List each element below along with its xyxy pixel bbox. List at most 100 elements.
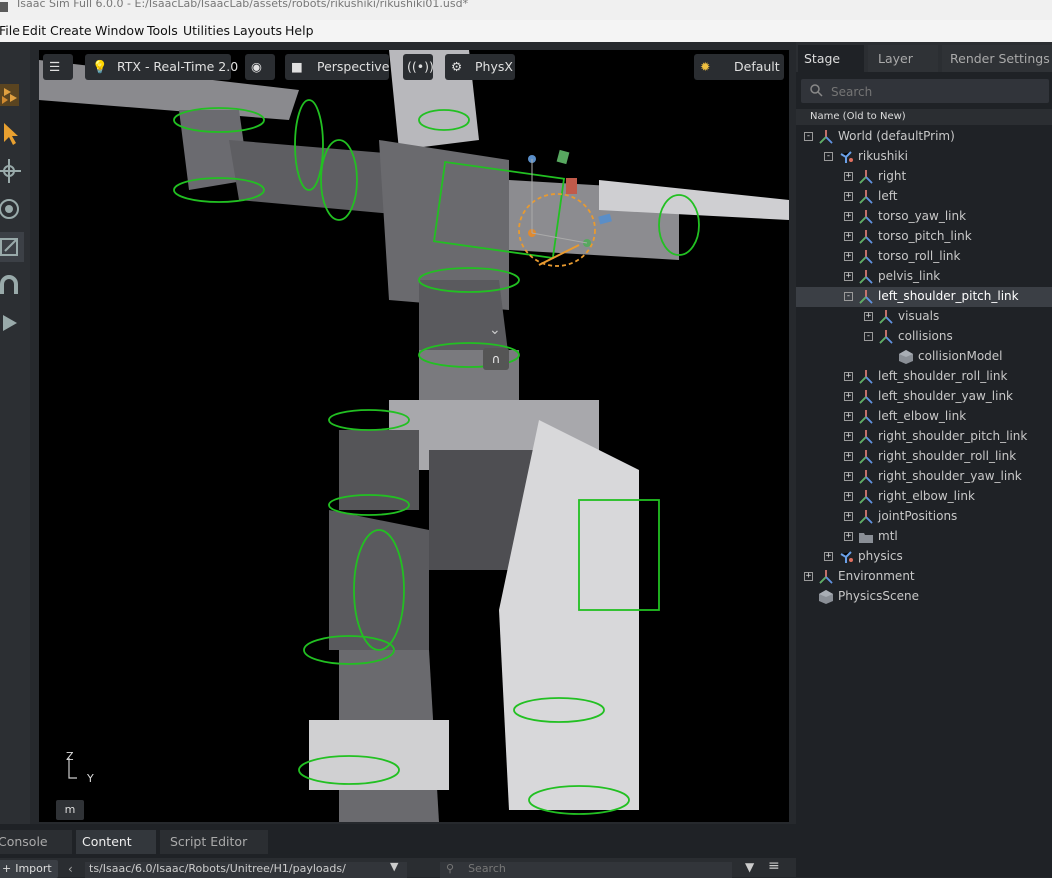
expand-icon[interactable]: + [844,532,853,541]
tab-content[interactable]: Content [76,830,156,854]
rotate-icon[interactable] [0,194,24,224]
column-header[interactable]: Name (Old to New) [796,109,1052,125]
menu-edit[interactable]: Edit [22,23,46,38]
expand-icon[interactable]: + [864,312,873,321]
xform-icon [858,469,874,485]
collapse-icon[interactable]: - [824,152,833,161]
expand-icon[interactable]: + [844,172,853,181]
tree-row[interactable]: + jointPositions [796,507,1052,527]
stage-tabs: Stage Layer Render Settings [796,42,1052,72]
menu-layouts[interactable]: Layouts [233,23,282,38]
tree-row[interactable]: PhysicsScene [796,587,1052,607]
tree-row-label: Environment [838,569,915,583]
chevron-down-icon[interactable]: ⌄ [489,322,501,338]
tree-row[interactable]: - World (defaultPrim) [796,127,1052,147]
articulation-icon [838,149,854,165]
expand-icon[interactable]: + [844,472,853,481]
broadcast-button[interactable]: ((•)) [403,54,434,80]
content-search[interactable]: ⚲ Search [440,862,732,878]
expand-icon[interactable]: + [844,492,853,501]
expand-icon[interactable]: + [844,412,853,421]
expand-icon[interactable]: + [844,272,853,281]
viewport-settings-button[interactable]: ☰ [43,54,73,80]
snap-magnet-icon[interactable]: ∩ [483,348,509,370]
window-titlebar: Isaac Sim Full 6.0.0 - E:/IsaacLab/Isaac… [0,0,1052,20]
tree-row[interactable]: + right_elbow_link [796,487,1052,507]
tree-row[interactable]: + Environment [796,567,1052,587]
menu-window[interactable]: Window [95,23,144,38]
tree-row-label: collisionModel [918,349,1003,363]
tree-row[interactable]: + right_shoulder_yaw_link [796,467,1052,487]
select-mode-icon[interactable] [0,80,24,110]
expand-icon[interactable]: + [804,572,813,581]
lighting-menu-button[interactable]: ✹ Default [694,54,784,80]
tree-row[interactable]: + left_shoulder_roll_link [796,367,1052,387]
snap-magnet-icon[interactable] [0,270,24,300]
tab-stage[interactable]: Stage [798,45,864,72]
expand-icon[interactable]: + [844,392,853,401]
viewport[interactable]: ☰ 💡 RTX - Real-Time 2.0 ◉ ■ Perspective … [30,42,796,824]
units-button[interactable]: m [56,800,84,820]
tree-row[interactable]: + right_shoulder_pitch_link [796,427,1052,447]
expand-icon[interactable]: + [844,212,853,221]
import-button[interactable]: + Import [0,860,58,878]
select-arrow-icon[interactable] [0,118,24,148]
filter-icon[interactable]: ▼ [745,860,754,874]
menu-help[interactable]: Help [285,23,314,38]
tree-row-label: left [878,189,898,203]
tab-layer[interactable]: Layer [868,45,938,72]
menu-utilities[interactable]: Utilities [183,23,230,38]
move-icon[interactable] [0,156,24,186]
expand-icon[interactable]: + [824,552,833,561]
xform-icon [858,169,874,185]
physx-menu-button[interactable]: ⚙ PhysX [445,54,515,80]
expand-icon[interactable]: + [844,452,853,461]
tree-row[interactable]: + torso_pitch_link [796,227,1052,247]
tree-row[interactable]: + torso_roll_link [796,247,1052,267]
tree-row[interactable]: + visuals [796,307,1052,327]
collapse-icon[interactable]: - [804,132,813,141]
menu-file[interactable]: File [0,23,20,38]
tree-row[interactable]: - rikushiki [796,147,1052,167]
tree-row[interactable]: collisionModel [796,347,1052,367]
play-icon[interactable] [0,308,24,338]
tab-render-settings[interactable]: Render Settings [942,45,1052,72]
expand-icon[interactable]: + [844,432,853,441]
stage-search[interactable] [801,79,1049,103]
tree-row[interactable]: + right_shoulder_roll_link [796,447,1052,467]
expand-icon[interactable]: + [844,512,853,521]
tree-row[interactable]: + mtl [796,527,1052,547]
expand-icon[interactable]: + [844,252,853,261]
menu-tools[interactable]: Tools [147,23,178,38]
articulation-icon [838,549,854,565]
renderer-menu-button[interactable]: 💡 RTX - Real-Time 2.0 [85,54,238,80]
camera-menu-button[interactable]: ■ Perspective [285,54,389,80]
expand-icon[interactable]: + [844,192,853,201]
collapse-icon[interactable]: - [844,292,853,301]
expand-icon[interactable]: + [844,232,853,241]
path-dropdown-icon[interactable]: ▼ [390,860,398,873]
menu-create[interactable]: Create [50,23,92,38]
tab-console[interactable]: Console [0,830,72,854]
path-field[interactable]: ts/Isaac/6.0/Isaac/Robots/Unitree/H1/pay… [85,862,407,878]
expand-icon[interactable]: + [844,372,853,381]
tree-row[interactable]: - collisions [796,327,1052,347]
tree-row[interactable]: + torso_yaw_link [796,207,1052,227]
collapse-icon[interactable]: - [864,332,873,341]
xform-icon [878,329,894,345]
back-arrow-icon[interactable]: ‹ [68,862,73,876]
stage-search-input[interactable] [829,82,1043,102]
tree-row[interactable]: + right [796,167,1052,187]
tree-row[interactable]: + pelvis_link [796,267,1052,287]
menu-icon[interactable]: ≡ [768,858,780,874]
visibility-button[interactable]: ◉ [245,54,275,80]
tree-row[interactable]: + left [796,187,1052,207]
viewport-canvas[interactable]: ☰ 💡 RTX - Real-Time 2.0 ◉ ■ Perspective … [39,50,789,822]
tab-script-editor[interactable]: Script Editor [160,830,268,854]
tree-row[interactable]: - left_shoulder_pitch_link [796,287,1052,307]
tree-row[interactable]: + physics [796,547,1052,567]
scale-icon[interactable] [0,232,24,262]
tree-row[interactable]: + left_elbow_link [796,407,1052,427]
tree-row[interactable]: + left_shoulder_yaw_link [796,387,1052,407]
eye-icon: ◉ [251,59,262,74]
